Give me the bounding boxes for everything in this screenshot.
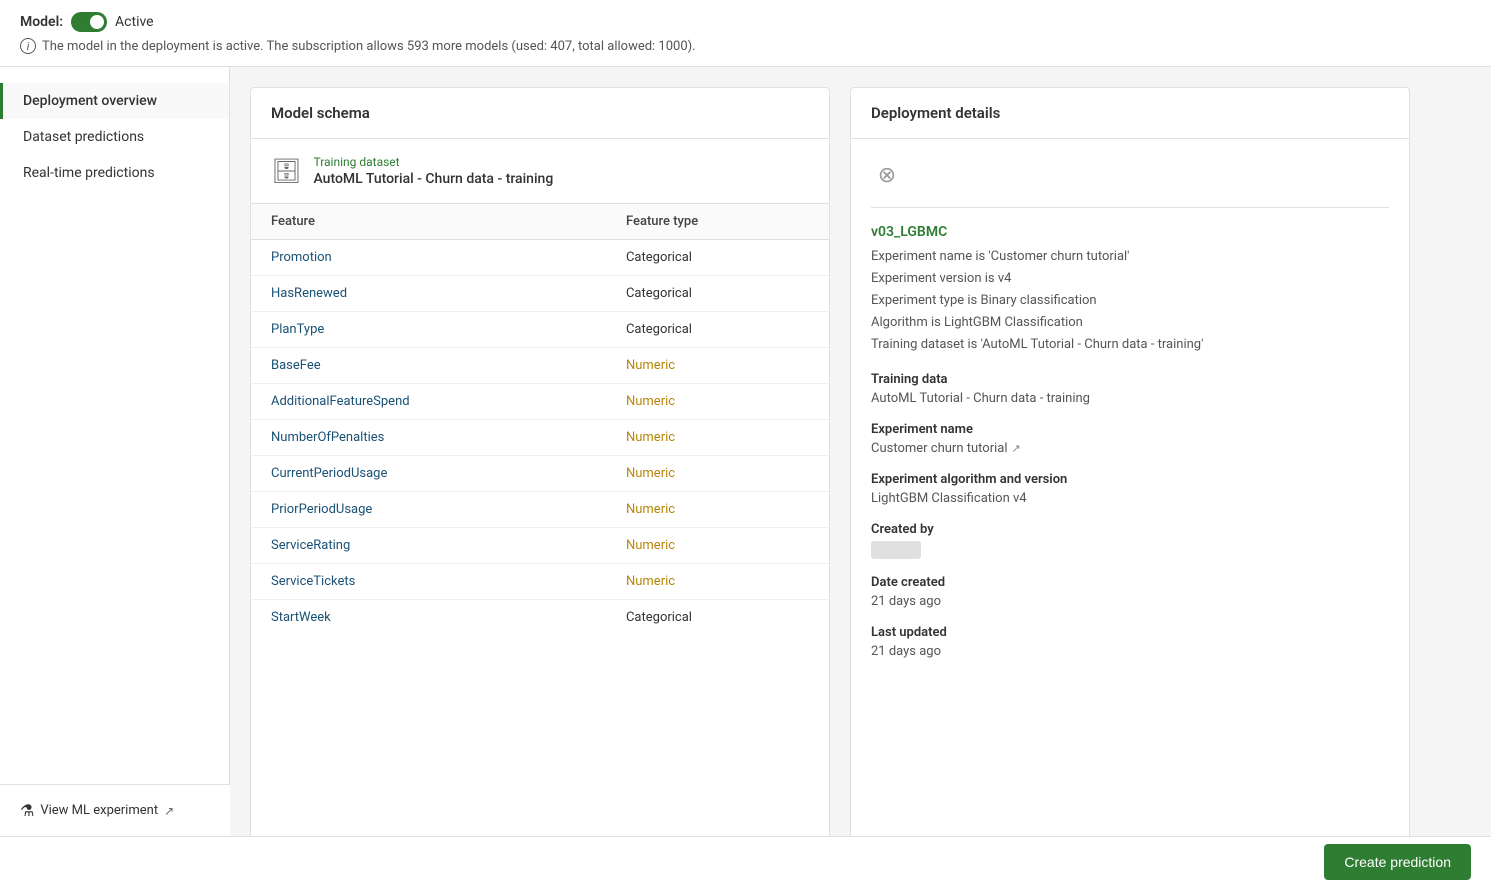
col-header-feature-type: Feature type [606, 204, 829, 240]
external-link-icon[interactable]: ↗ [1012, 442, 1021, 455]
feature-name-cell: CurrentPeriodUsage [251, 456, 606, 492]
table-row: CurrentPeriodUsageNumeric [251, 456, 829, 492]
feature-type-cell: Numeric [606, 384, 829, 420]
sidebar: Deployment overview Dataset predictions … [0, 67, 230, 883]
feature-type-cell: Numeric [606, 456, 829, 492]
col-header-feature: Feature [251, 204, 606, 240]
feature-type-cell: Categorical [606, 312, 829, 348]
view-ml-experiment-link[interactable]: ⚗ View ML experiment ↗ [20, 801, 210, 820]
model-info-lines: Experiment name is 'Customer churn tutor… [871, 246, 1389, 356]
table-row: StartWeekCategorical [251, 600, 829, 636]
table-row: ServiceRatingNumeric [251, 528, 829, 564]
table-row: PlanTypeCategorical [251, 312, 829, 348]
model-version-section: v03_LGBMC Experiment name is 'Customer c… [871, 224, 1389, 356]
model-info-line: Training dataset is 'AutoML Tutorial - C… [871, 334, 1389, 356]
octagon-icon: ⊗ [871, 159, 903, 191]
table-row: AdditionalFeatureSpendNumeric [251, 384, 829, 420]
feature-name-cell: HasRenewed [251, 276, 606, 312]
detail-section: Training data AutoML Tutorial - Churn dat… [871, 372, 1389, 406]
detail-value: 21 days ago [871, 644, 1389, 659]
flask-icon: ⚗ [20, 801, 34, 820]
training-dataset-info: Training dataset AutoML Tutorial - Churn… [313, 155, 553, 187]
feature-name-cell: AdditionalFeatureSpend [251, 384, 606, 420]
info-bar: i The model in the deployment is active.… [20, 38, 1471, 54]
training-dataset-section: 🗄 Training dataset AutoML Tutorial - Chu… [251, 139, 829, 204]
external-link-icon: ↗ [164, 804, 174, 818]
feature-name-cell: NumberOfPenalties [251, 420, 606, 456]
schema-panel-header: Model schema [251, 88, 829, 139]
detail-value: AutoML Tutorial - Churn data - training [871, 391, 1389, 406]
avatar [871, 541, 921, 559]
table-row: HasRenewedCategorical [251, 276, 829, 312]
model-status: Model: Active [20, 12, 1471, 32]
detail-label: Last updated [871, 625, 1389, 640]
model-info-line: Experiment name is 'Customer churn tutor… [871, 246, 1389, 268]
detail-value: Customer churn tutorial [871, 441, 1008, 456]
feature-name-cell: BaseFee [251, 348, 606, 384]
detail-sections: Training data AutoML Tutorial - Churn dat… [871, 372, 1389, 659]
view-ml-label: View ML experiment [40, 803, 158, 818]
info-text: The model in the deployment is active. T… [42, 39, 696, 54]
feature-name-cell: PlanType [251, 312, 606, 348]
model-label: Model: [20, 14, 63, 30]
model-toggle[interactable] [71, 12, 107, 32]
training-dataset-name: AutoML Tutorial - Churn data - training [313, 171, 553, 187]
feature-name-cell: StartWeek [251, 600, 606, 636]
info-icon: i [20, 38, 36, 54]
detail-label: Experiment algorithm and version [871, 472, 1389, 487]
active-label: Active [115, 14, 154, 30]
details-body: ⊗ v03_LGBMC Experiment name is 'Customer… [851, 139, 1409, 695]
feature-type-cell: Numeric [606, 348, 829, 384]
feature-type-cell: Numeric [606, 564, 829, 600]
detail-label: Date created [871, 575, 1389, 590]
detail-section: Created by [871, 522, 1389, 559]
top-bar: Model: Active i The model in the deploym… [0, 0, 1491, 67]
feature-type-cell: Numeric [606, 528, 829, 564]
model-version: v03_LGBMC [871, 224, 1389, 240]
feature-name-cell: PriorPeriodUsage [251, 492, 606, 528]
model-info-line: Experiment type is Binary classification [871, 290, 1389, 312]
main-layout: Deployment overview Dataset predictions … [0, 67, 1491, 883]
table-row: NumberOfPenaltiesNumeric [251, 420, 829, 456]
database-icon: 🗄 [271, 157, 301, 185]
schema-table: Feature Feature type PromotionCategorica… [251, 204, 829, 635]
detail-label: Created by [871, 522, 1389, 537]
sidebar-item-dataset-predictions[interactable]: Dataset predictions [0, 119, 229, 155]
schema-panel: Model schema 🗄 Training dataset AutoML T… [250, 87, 830, 863]
bottom-bar: Create prediction [0, 836, 1491, 886]
model-info-line: Algorithm is LightGBM Classification [871, 312, 1389, 334]
detail-section: Experiment algorithm and version LightGBM… [871, 472, 1389, 506]
model-info-line: Experiment version is v4 [871, 268, 1389, 290]
feature-type-cell: Categorical [606, 600, 829, 636]
feature-type-cell: Numeric [606, 492, 829, 528]
table-row: ServiceTicketsNumeric [251, 564, 829, 600]
table-row: PromotionCategorical [251, 240, 829, 276]
create-prediction-button[interactable]: Create prediction [1324, 844, 1471, 880]
table-row: BaseFeeNumeric [251, 348, 829, 384]
table-row: PriorPeriodUsageNumeric [251, 492, 829, 528]
model-icon-section: ⊗ [871, 159, 1389, 208]
detail-section: Last updated 21 days ago [871, 625, 1389, 659]
detail-section: Experiment name Customer churn tutorial ↗ [871, 422, 1389, 456]
detail-value-link: Customer churn tutorial ↗ [871, 441, 1389, 456]
detail-value: 21 days ago [871, 594, 1389, 609]
feature-name-cell: Promotion [251, 240, 606, 276]
sidebar-footer: ⚗ View ML experiment ↗ [0, 784, 230, 836]
detail-label: Training data [871, 372, 1389, 387]
details-panel-header: Deployment details [851, 88, 1409, 139]
feature-type-cell: Categorical [606, 240, 829, 276]
sidebar-item-real-time-predictions[interactable]: Real-time predictions [0, 155, 229, 191]
detail-value: LightGBM Classification v4 [871, 491, 1389, 506]
sidebar-item-deployment-overview[interactable]: Deployment overview [0, 83, 229, 119]
feature-type-cell: Categorical [606, 276, 829, 312]
training-dataset-label: Training dataset [313, 155, 553, 169]
content-area: Model schema 🗄 Training dataset AutoML T… [230, 67, 1491, 883]
detail-section: Date created 21 days ago [871, 575, 1389, 609]
details-panel: Deployment details ⊗ v03_LGBMC Experimen… [850, 87, 1410, 863]
feature-type-cell: Numeric [606, 420, 829, 456]
feature-name-cell: ServiceTickets [251, 564, 606, 600]
detail-label: Experiment name [871, 422, 1389, 437]
feature-name-cell: ServiceRating [251, 528, 606, 564]
